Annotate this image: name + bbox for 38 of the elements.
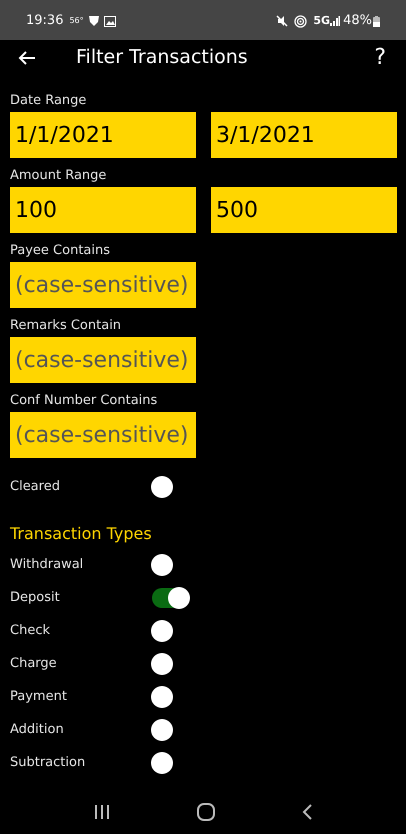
signal-icon (330, 16, 340, 26)
help-button[interactable]: ? (370, 41, 390, 74)
battery-icon (373, 16, 380, 26)
field-label: Date Range (10, 92, 88, 110)
text-filter-field[interactable]: (case-sensitive) (10, 262, 196, 308)
section-heading: Transaction Types (10, 523, 153, 545)
temperature-text: 56° (69, 15, 84, 27)
text-filter-field[interactable]: (case-sensitive) (10, 412, 196, 458)
back-icon[interactable] (302, 804, 312, 820)
date-from-field[interactable]: 1/1/2021 (10, 112, 196, 158)
status-time: 19:36 (26, 12, 64, 30)
home-icon[interactable] (196, 803, 215, 821)
recent-apps-icon[interactable] (94, 804, 110, 820)
toggle-label: Deposit (10, 588, 61, 607)
mute-icon (276, 15, 288, 27)
toggle-label: Cleared (10, 478, 61, 496)
toggle-label: Charge (10, 654, 58, 673)
date-to-field[interactable]: 3/1/2021 (211, 112, 397, 158)
toggle-label: Check (10, 622, 51, 640)
toggle-switch[interactable] (152, 588, 188, 608)
image-icon (104, 16, 116, 26)
field-label: Conf Number Contains (10, 392, 158, 410)
shield-icon (88, 15, 100, 27)
screen-title: Filter Transactions (76, 45, 248, 70)
field-label: Payee Contains (10, 242, 112, 260)
toggle-label: Withdrawal (10, 556, 84, 574)
field-label: Remarks Contain (10, 317, 122, 335)
battery-text: 48% (343, 12, 372, 30)
amount-to-field[interactable]: 500 (211, 187, 397, 233)
amount-from-field[interactable]: 100 (10, 187, 196, 233)
text-filter-field[interactable]: (case-sensitive) (10, 337, 196, 383)
toggle-label: Subtraction (10, 754, 86, 772)
toggle-label: Payment (10, 688, 68, 706)
field-label: Amount Range (10, 167, 108, 185)
network-text: 5G (313, 12, 330, 29)
back-arrow-icon (18, 50, 36, 66)
toggle-label: Addition (10, 720, 65, 739)
hotspot-icon (294, 14, 308, 28)
